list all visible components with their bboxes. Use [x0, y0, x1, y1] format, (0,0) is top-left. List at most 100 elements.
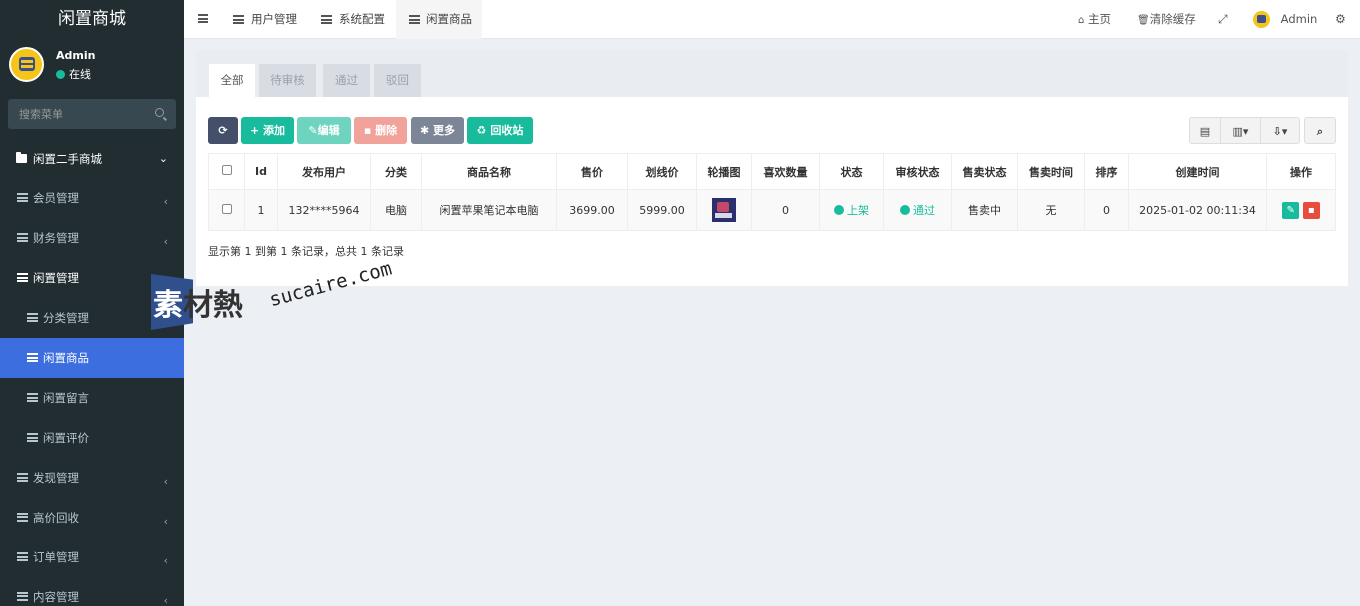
- table-cell: 闲置苹果笔记本电脑: [421, 189, 557, 231]
- column-header: 售卖时间: [1017, 153, 1085, 190]
- sidebar-item-label: 发现管理: [33, 471, 79, 485]
- tab-idle-goods[interactable]: 闲置商品: [396, 0, 482, 39]
- status-dot-icon: [900, 205, 910, 215]
- tab-all[interactable]: 全部: [209, 64, 255, 97]
- cell-id: 1: [257, 203, 265, 217]
- column-header: 喜欢数量: [751, 153, 820, 190]
- plus-icon: +: [249, 124, 260, 137]
- delete-label: 删除: [375, 124, 398, 137]
- column-header: 发布用户: [277, 153, 371, 190]
- sidebar-item[interactable]: 闲置二手商城 ⌄: [0, 139, 184, 178]
- avatar: [1253, 11, 1270, 28]
- sidebar-item[interactable]: 订单管理 ‹: [0, 537, 184, 577]
- edit-row-button[interactable]: ✎: [1282, 201, 1300, 219]
- pagination-info: 显示第 1 到第 1 条记录，总共 1 条记录: [208, 245, 404, 258]
- table-cell: 0: [751, 189, 820, 231]
- admin-menu[interactable]: Admin: [1253, 0, 1317, 39]
- row-checkbox[interactable]: [221, 203, 232, 214]
- tab-user-management[interactable]: 用户管理: [233, 0, 297, 39]
- column-header: 分类: [370, 153, 422, 190]
- table-cell: 无: [1017, 189, 1085, 231]
- list-icon: [17, 512, 28, 522]
- column-header: 划线价: [627, 153, 697, 190]
- tab-approved[interactable]: 通过: [323, 64, 370, 97]
- more-button[interactable]: ✱ 更多: [411, 117, 464, 144]
- clear-cache-label: 清除缓存: [1149, 12, 1196, 26]
- table-body: 1 132****5964 电脑 闲置苹果笔记本电脑 3699.00 5999.00 0 上架…: [208, 189, 1336, 231]
- settings-gears-icon[interactable]: ⚙: [1335, 0, 1346, 39]
- tab-label: 闲置商品: [426, 12, 472, 26]
- menu-search-input[interactable]: [8, 99, 138, 129]
- carousel-thumbnail[interactable]: [712, 198, 736, 222]
- column-header: 审核状态: [883, 153, 952, 190]
- list-icon: [27, 313, 38, 322]
- table-cell: 售卖中: [951, 189, 1018, 231]
- list-icon: [17, 233, 28, 242]
- sidebar-item[interactable]: 发现管理 ‹: [0, 458, 184, 498]
- table-row[interactable]: 1 132****5964 电脑 闲置苹果笔记本电脑 3699.00 5999.00 0 上架…: [208, 189, 1336, 231]
- chevron-icon: ‹: [163, 475, 168, 488]
- fullscreen-icon[interactable]: ⤢: [1218, 0, 1228, 39]
- tab-label: 系统配置: [339, 12, 385, 26]
- user-panel: Admin 在线: [0, 38, 184, 94]
- delete-row-button[interactable]: ▪: [1302, 201, 1320, 219]
- admin-name: Admin: [1280, 12, 1318, 26]
- search-icon[interactable]: [155, 108, 164, 117]
- sidebar-item-label: 分类管理: [43, 311, 89, 325]
- edit-label: 编辑: [317, 124, 340, 137]
- app-logo-title[interactable]: 闲置商城: [0, 0, 184, 38]
- columns-icon: ▥▾: [1232, 125, 1249, 138]
- delete-button[interactable]: ▪ 删除: [354, 117, 407, 144]
- sidebar-item-label: 会员管理: [33, 191, 79, 205]
- sidebar-item[interactable]: 会员管理 ‹: [0, 178, 184, 218]
- table-cell: 1: [244, 189, 278, 231]
- columns-button[interactable]: ▥▾: [1220, 117, 1261, 144]
- select-all-checkbox[interactable]: [221, 165, 232, 175]
- toggle-view-button[interactable]: ▤: [1189, 117, 1221, 144]
- sidebar: 闲置商城 Admin 在线 闲置二手商城⌄会员管理‹财务管理‹闲置管理分类管理闲…: [0, 0, 184, 606]
- sidebar-item[interactable]: 闲置商品: [0, 338, 184, 378]
- list-icon: [17, 591, 28, 601]
- table-cell: [208, 189, 245, 231]
- sidebar-item-label: 财务管理: [33, 231, 79, 245]
- menu-toggle-icon[interactable]: [198, 14, 208, 23]
- sidebar-item[interactable]: 高价回收 ‹: [0, 498, 184, 538]
- column-header: 排序: [1084, 153, 1129, 190]
- chevron-icon: ‹: [163, 514, 168, 528]
- refresh-button[interactable]: ⟳: [208, 117, 238, 144]
- sidebar-item[interactable]: 闲置评价: [0, 418, 184, 458]
- list-icon: [17, 193, 28, 202]
- clear-cache-link[interactable]: 🗑清除缓存: [1137, 0, 1196, 39]
- refresh-icon: ⟳: [218, 124, 228, 137]
- search-button[interactable]: ⌕: [1304, 117, 1336, 144]
- sidebar-item[interactable]: 内容管理 ‹: [0, 577, 184, 606]
- add-button[interactable]: + 添加: [241, 117, 294, 144]
- home-link[interactable]: ⌂ 主页: [1078, 0, 1111, 39]
- list-icon: [409, 15, 420, 24]
- table-cell: 通过: [883, 189, 952, 231]
- cell-original-price: 5999.00: [639, 203, 685, 217]
- pencil-icon: ✎: [308, 124, 318, 137]
- cell-price: 3699.00: [569, 203, 615, 217]
- sidebar-item[interactable]: 分类管理: [0, 298, 184, 338]
- goods-table: Id 发布用户 分类 商品名称 售价 划线价 轮播图 喜欢数量 状态 审核状态 售卖状态 售卖时间 排序…: [208, 153, 1336, 231]
- sidebar-item[interactable]: 财务管理 ‹: [0, 218, 184, 258]
- list-icon: [27, 433, 38, 442]
- recycle-bin-button[interactable]: ♻ 回收站: [467, 117, 533, 144]
- tab-system-config[interactable]: 系统配置: [321, 0, 385, 39]
- status-badge[interactable]: 上架: [834, 204, 869, 217]
- table-header: Id 发布用户 分类 商品名称 售价 划线价 轮播图 喜欢数量 状态 审核状态 售卖状态 售卖时间 排序…: [208, 153, 1336, 190]
- list-icon: [17, 552, 28, 561]
- audit-badge: 通过: [900, 204, 935, 217]
- column-header: 状态: [819, 153, 884, 190]
- home-icon: ⌂: [1078, 15, 1085, 26]
- export-button[interactable]: ⇩▾: [1260, 117, 1300, 144]
- tab-rejected[interactable]: 驳回: [374, 64, 421, 97]
- export-icon: ⇩▾: [1272, 125, 1288, 138]
- tab-pending[interactable]: 待审核: [259, 64, 316, 97]
- sidebar-item[interactable]: 闲置管理: [0, 258, 184, 298]
- edit-button[interactable]: ✎编辑: [297, 117, 351, 144]
- list-icon: [27, 353, 38, 362]
- menu-search: [8, 99, 176, 129]
- sidebar-item[interactable]: 闲置留言: [0, 378, 184, 418]
